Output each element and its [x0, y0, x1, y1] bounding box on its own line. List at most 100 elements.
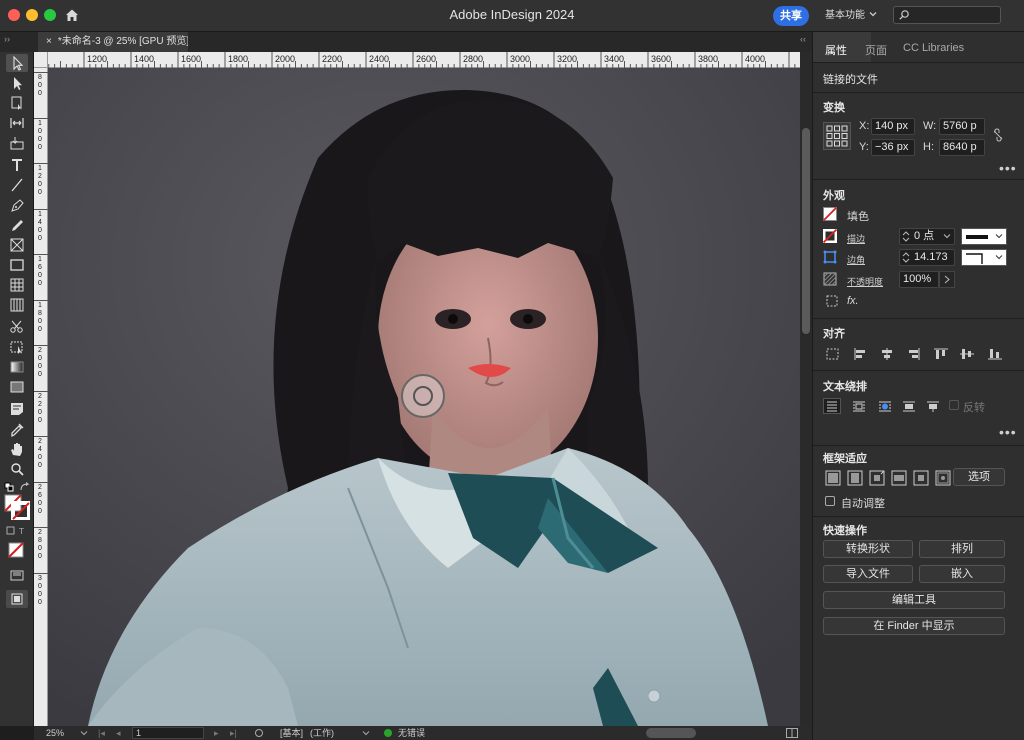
- gradient-swatch-icon[interactable]: [6, 358, 28, 376]
- collapse-panel-icon[interactable]: ‹‹: [800, 34, 806, 44]
- fit-content-to-frame-icon[interactable]: [891, 470, 907, 486]
- stroke-label[interactable]: 描边: [847, 232, 865, 245]
- edit-tool-button[interactable]: 编辑工具: [823, 591, 1005, 609]
- share-button[interactable]: 共享: [773, 6, 809, 26]
- profile-chevron-icon[interactable]: [362, 729, 370, 737]
- fill-stroke-icon[interactable]: [4, 494, 30, 520]
- placed-photo[interactable]: [48, 68, 800, 726]
- reference-point-icon[interactable]: [823, 122, 851, 150]
- center-content-icon[interactable]: [913, 470, 929, 486]
- note-tool-icon[interactable]: [6, 400, 28, 418]
- close-tab-icon[interactable]: ×: [46, 36, 52, 47]
- vertical-scroll-thumb[interactable]: [802, 128, 810, 334]
- preflight-status[interactable]: 无错误: [398, 726, 425, 740]
- frame-fitting-options-button[interactable]: 选项: [953, 468, 1005, 486]
- document-canvas[interactable]: [48, 68, 800, 726]
- swap-fill-stroke-icon[interactable]: [19, 482, 31, 492]
- fit-frame-to-content-icon[interactable]: [869, 470, 885, 486]
- direct-selection-tool-icon[interactable]: [6, 74, 28, 92]
- pen-tool-icon[interactable]: [6, 196, 28, 214]
- align-right-edges-icon[interactable]: [905, 347, 921, 361]
- chevron-down-icon[interactable]: [868, 9, 878, 19]
- apply-none-icon[interactable]: [8, 542, 24, 558]
- screen-mode-icon[interactable]: [10, 568, 24, 582]
- fill-swatch-icon[interactable]: [823, 207, 837, 221]
- content-aware-fit-icon[interactable]: [935, 470, 951, 486]
- embed-button[interactable]: 嵌入: [919, 565, 1005, 583]
- fill-frame-proportionally-icon[interactable]: [825, 470, 841, 486]
- stroke-stepper-icon[interactable]: [902, 230, 910, 243]
- wrap-object-shape-icon[interactable]: [877, 399, 893, 413]
- gap-tool-icon[interactable]: [6, 114, 28, 132]
- jump-object-icon[interactable]: [901, 399, 917, 413]
- align-bottom-edges-icon[interactable]: [987, 347, 1003, 361]
- jump-to-next-column-icon[interactable]: [925, 399, 941, 413]
- corner-options-icon[interactable]: [823, 250, 837, 264]
- h-field[interactable]: 8640 p: [939, 139, 985, 156]
- more-wrap-options[interactable]: •••: [999, 425, 1017, 439]
- corner-shape-chevron-icon[interactable]: [995, 253, 1003, 261]
- align-left-edges-icon[interactable]: [853, 347, 869, 361]
- pencil-tool-icon[interactable]: [6, 216, 28, 234]
- first-page-icon[interactable]: |◂: [98, 726, 105, 740]
- selection-tool-icon[interactable]: [6, 54, 28, 72]
- horizontal-scroll-thumb[interactable]: [646, 728, 696, 738]
- zoom-tool-icon[interactable]: [6, 460, 28, 478]
- no-text-wrap-icon[interactable]: [823, 398, 841, 414]
- formatting-container-icon[interactable]: T: [6, 526, 28, 536]
- line-tool-icon[interactable]: [6, 176, 28, 194]
- zoom-level[interactable]: 25%: [46, 726, 64, 740]
- link-icon[interactable]: [991, 128, 1005, 142]
- corner-stepper-icon[interactable]: [902, 251, 910, 264]
- align-vertical-centers-icon[interactable]: [959, 347, 975, 361]
- page-number-field[interactable]: 1: [132, 727, 204, 739]
- effects-fx-button[interactable]: fx.: [847, 295, 859, 307]
- grid-frame-icon[interactable]: [6, 296, 28, 314]
- table-icon[interactable]: [6, 276, 28, 294]
- tab-properties[interactable]: 属性: [825, 42, 847, 58]
- search-input[interactable]: [893, 6, 1001, 24]
- invert-checkbox[interactable]: [949, 400, 959, 410]
- show-in-finder-button[interactable]: 在 Finder 中显示: [823, 617, 1005, 635]
- auto-fit-checkbox[interactable]: [825, 496, 835, 506]
- content-collector-icon[interactable]: [6, 134, 28, 152]
- split-layout-icon[interactable]: [786, 728, 798, 738]
- fit-content-proportionally-icon[interactable]: [847, 470, 863, 486]
- workspace-switcher[interactable]: 基本功能: [825, 6, 865, 26]
- page-tool-icon[interactable]: [6, 94, 28, 112]
- frame-edges-icon[interactable]: [825, 294, 839, 308]
- align-horizontal-centers-icon[interactable]: [879, 347, 895, 361]
- wrap-bounding-box-icon[interactable]: [851, 399, 867, 413]
- hand-tool-icon[interactable]: [6, 440, 28, 458]
- y-field[interactable]: −36 px: [871, 139, 915, 156]
- default-fill-stroke-icon[interactable]: [4, 482, 14, 492]
- stroke-type-chevron-icon[interactable]: [995, 232, 1003, 240]
- opacity-slider-button[interactable]: [939, 271, 955, 288]
- last-page-icon[interactable]: ▸|: [230, 726, 237, 740]
- free-transform-tool-icon[interactable]: [6, 338, 28, 356]
- eyedropper-tool-icon[interactable]: [6, 420, 28, 438]
- ruler-origin[interactable]: [34, 52, 48, 68]
- tab-cc-libraries[interactable]: CC Libraries: [903, 42, 964, 54]
- open-page-icon[interactable]: [254, 728, 264, 738]
- type-tool-icon[interactable]: [6, 156, 28, 174]
- align-top-edges-icon[interactable]: [933, 347, 949, 361]
- opacity-field[interactable]: 100%: [899, 271, 939, 288]
- convert-shape-button[interactable]: 转换形状: [823, 540, 913, 558]
- rectangle-frame-tool-icon[interactable]: [6, 236, 28, 254]
- x-field[interactable]: 140 px: [871, 118, 915, 135]
- import-file-button[interactable]: 导入文件: [823, 565, 913, 583]
- arrange-button[interactable]: 排列: [919, 540, 1005, 558]
- align-to-selection-icon[interactable]: [825, 347, 841, 361]
- rectangle-tool-icon[interactable]: [6, 256, 28, 274]
- stroke-swatch-icon[interactable]: [823, 229, 837, 243]
- collapse-toolbar-icon[interactable]: ››: [4, 34, 10, 44]
- stroke-weight-chevron-icon[interactable]: [943, 232, 951, 240]
- gradient-feather-icon[interactable]: [6, 378, 28, 396]
- next-page-icon[interactable]: ▸: [214, 726, 219, 740]
- scissors-tool-icon[interactable]: [6, 318, 28, 336]
- preview-mode-icon[interactable]: [6, 590, 28, 608]
- previous-page-icon[interactable]: ◂: [116, 726, 121, 740]
- w-field[interactable]: 5760 p: [939, 118, 985, 135]
- opacity-label[interactable]: 不透明度: [847, 275, 883, 288]
